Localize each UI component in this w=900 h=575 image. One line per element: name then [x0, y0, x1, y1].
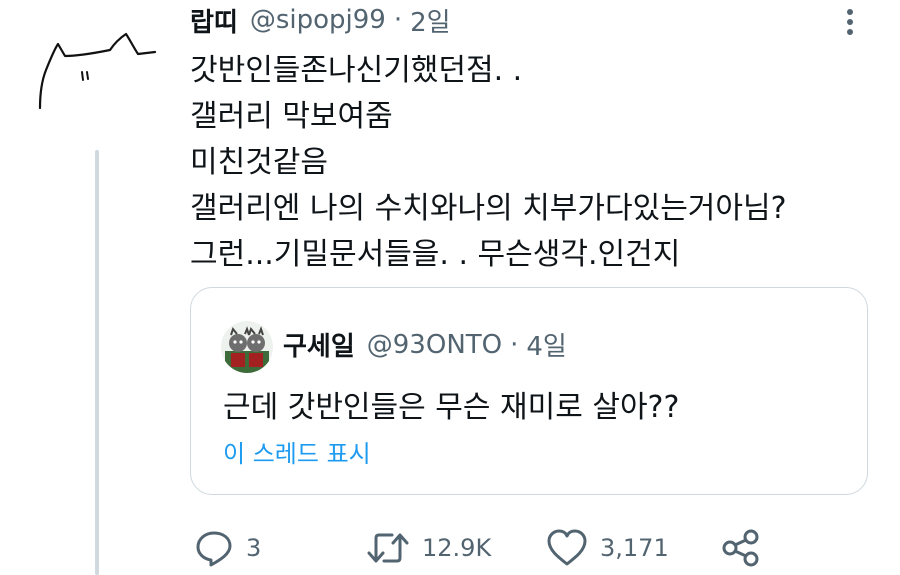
retweet-button[interactable]: 12.9K — [366, 526, 491, 570]
tweet-text-line: 갓반인들존나신기했던점. . — [190, 53, 523, 88]
like-count: 3,171 — [600, 534, 669, 562]
more-vertical-icon[interactable] — [838, 4, 862, 40]
quote-display-name[interactable]: 구세일 — [283, 326, 355, 363]
like-button[interactable]: 3,171 — [546, 526, 669, 570]
reply-icon — [194, 528, 234, 568]
tweet-text-line: 갤러리엔 나의 수치와나의 치부가다있는거아님? — [190, 191, 787, 226]
quote-text: 근데 갓반인들은 무슨 재미로 살아?? — [223, 390, 680, 425]
display-name[interactable]: 랍띠 — [190, 2, 238, 39]
quote-user-handle[interactable]: @93ONTO — [367, 330, 502, 360]
reply-button[interactable]: 3 — [194, 526, 261, 570]
separator-dot: · — [510, 329, 519, 360]
tweet-text-line: 그런...기밀문서들을. . 무슨생각.인건지 — [190, 237, 681, 272]
quote-header: 구세일 @93ONTO · 4일 — [283, 326, 567, 363]
action-bar: 3 12.9K 3,171 — [190, 526, 790, 570]
tweet-text-line: 갤러리 막보여줌 — [190, 99, 393, 134]
reply-count: 3 — [246, 534, 262, 562]
tweet-header: 랍띠 @sipopj99 · 2일 — [190, 2, 451, 38]
thread-line — [95, 150, 99, 575]
quote-avatar — [221, 321, 273, 373]
tweet-text-line: 미친것같음 — [190, 145, 328, 180]
quote-tweet-card[interactable]: 구세일 @93ONTO · 4일 근데 갓반인들은 무슨 재미로 살아?? 이 … — [190, 287, 868, 495]
retweet-icon — [366, 528, 410, 568]
like-icon — [546, 528, 588, 568]
share-button[interactable] — [720, 526, 762, 570]
avatar[interactable] — [30, 22, 165, 122]
tweet-time[interactable]: 2일 — [410, 2, 450, 39]
share-icon — [720, 528, 762, 568]
show-thread-link[interactable]: 이 스레드 표시 — [223, 434, 371, 469]
user-handle[interactable]: @sipopj99 — [250, 5, 386, 35]
tweet-text: 갓반인들존나신기했던점. . 갤러리 막보여줌 미친것같음 갤러리엔 나의 수치… — [190, 48, 787, 278]
quote-time[interactable]: 4일 — [526, 326, 566, 363]
retweet-count: 12.9K — [422, 534, 492, 562]
separator-dot: · — [393, 5, 403, 35]
